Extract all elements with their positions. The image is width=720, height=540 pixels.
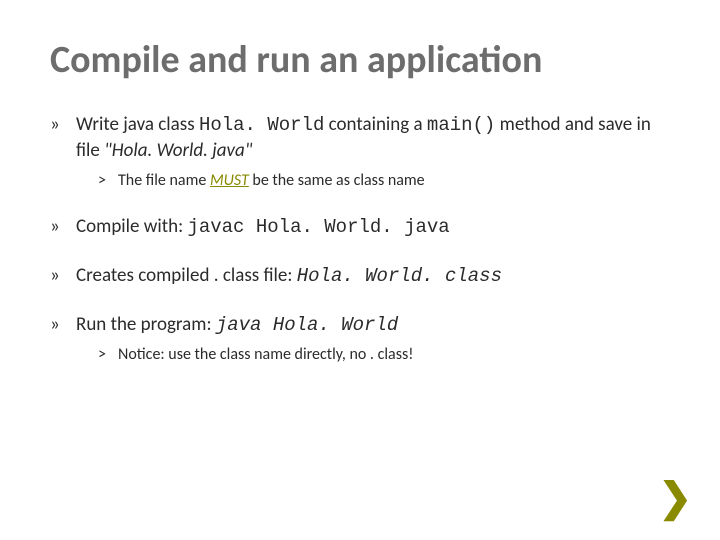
sub-bullet-item: Notice: use the class name directly, no … <box>98 344 670 366</box>
next-icon: ❯ <box>658 478 692 518</box>
bullet-list: Write java class Hola. World containing … <box>50 112 670 367</box>
text-run: "Hola. World. java" <box>104 139 252 162</box>
bullet-item: Compile with: javac Hola. World. java <box>50 214 670 241</box>
bullet-item: Write java class Hola. World containing … <box>50 112 670 193</box>
slide-title: Compile and run an application <box>50 40 670 82</box>
sub-list: Notice: use the class name directly, no … <box>98 344 670 366</box>
bullet-item: Run the program: java Hola. WorldNotice:… <box>50 312 670 367</box>
text-run: java Hola. World <box>216 314 398 336</box>
text-run: main() <box>427 114 495 136</box>
text-run: Hola. World. class <box>297 265 502 287</box>
slide: Compile and run an application Write jav… <box>0 0 720 540</box>
sub-bullet-item: The file name MUST be the same as class … <box>98 170 670 192</box>
text-run: Hola. World <box>199 114 324 136</box>
sub-list: The file name MUST be the same as class … <box>98 170 670 192</box>
text-run: javac Hola. World. java <box>187 216 449 238</box>
bullet-item: Creates compiled . class file: Hola. Wor… <box>50 263 670 290</box>
text-run: MUST <box>210 171 249 190</box>
